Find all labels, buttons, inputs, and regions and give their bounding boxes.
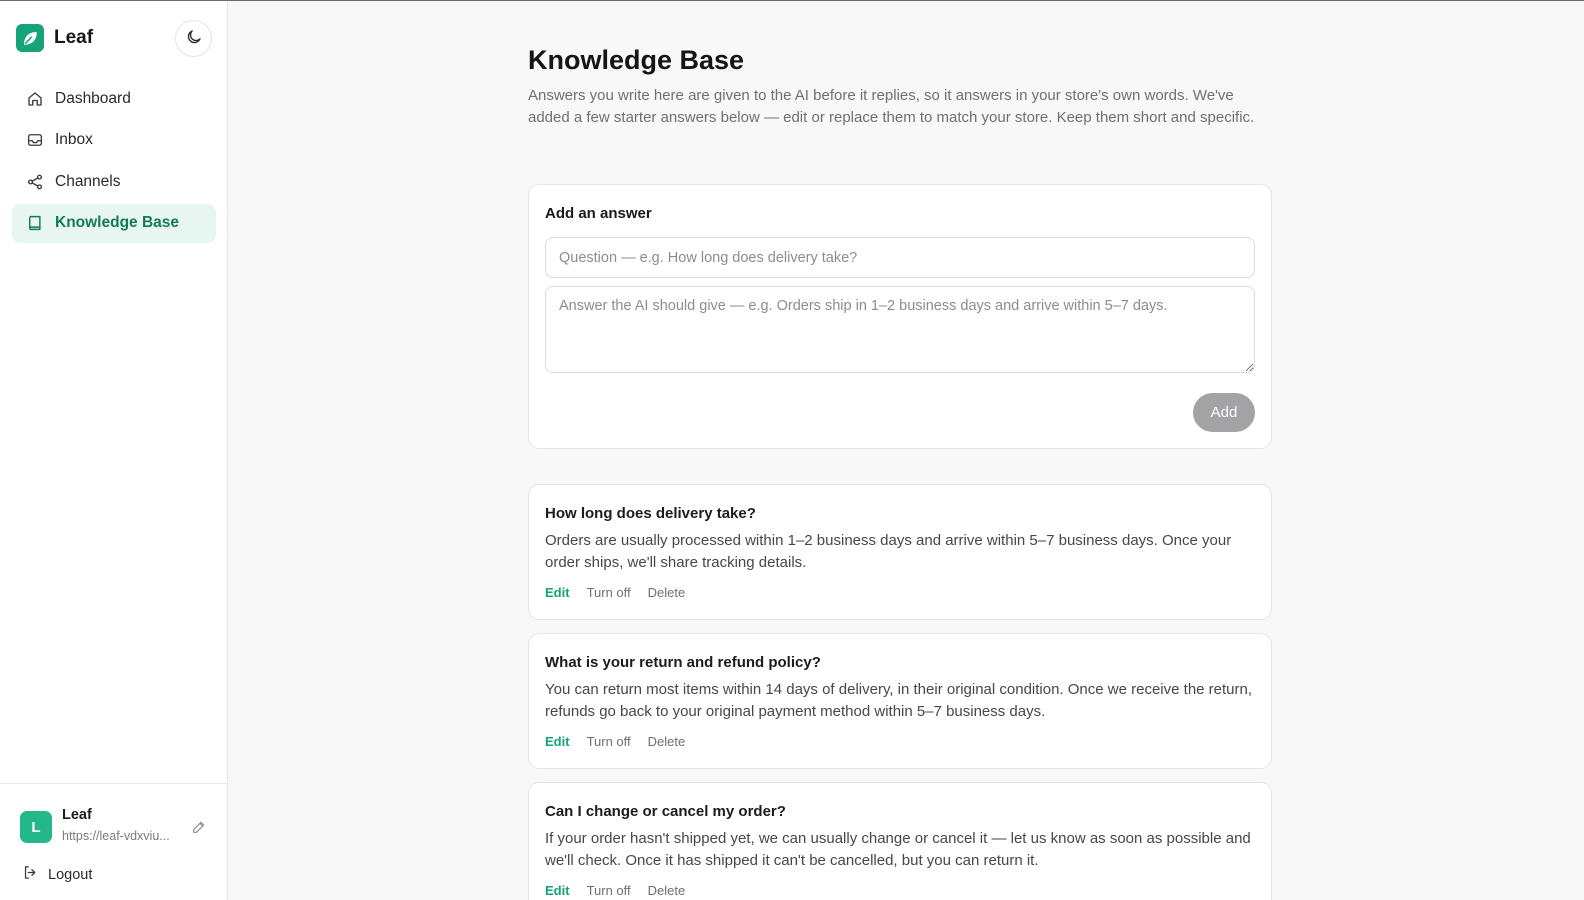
answer-card: What is your return and refund policy? Y… [528, 633, 1272, 769]
add-answer-card: Add an answer Add [528, 184, 1272, 449]
edit-button[interactable]: Edit [545, 734, 570, 749]
sidebar-nav: Dashboard Inbox Channels Knowledge Base [12, 79, 216, 245]
turn-off-button[interactable]: Turn off [587, 734, 631, 749]
answer-card: How long does delivery take? Orders are … [528, 484, 1272, 620]
sidebar: Leaf Dashboard Inbox Channels Knowledge … [0, 1, 228, 900]
sidebar-item-label: Channels [55, 172, 121, 190]
sidebar-item-dashboard[interactable]: Dashboard [12, 79, 216, 118]
answer-question: How long does delivery take? [545, 505, 756, 522]
page-description: Answers you write here are given to the … [528, 87, 1255, 126]
edit-button[interactable]: Edit [545, 883, 570, 898]
pencil-icon[interactable] [191, 819, 207, 835]
answer-question: What is your return and refund policy? [545, 654, 821, 671]
turn-off-button[interactable]: Turn off [587, 883, 631, 898]
answer-textarea[interactable] [545, 286, 1255, 373]
turn-off-button[interactable]: Turn off [587, 585, 631, 600]
logout-label: Logout [48, 866, 93, 883]
answer-text: If your order hasn't shipped yet, we can… [545, 830, 1251, 869]
answer-text: Orders are usually processed within 1–2 … [545, 532, 1232, 571]
add-button[interactable]: Add [1193, 393, 1255, 432]
delete-button[interactable]: Delete [648, 734, 686, 749]
edit-button[interactable]: Edit [545, 585, 570, 600]
delete-button[interactable]: Delete [648, 883, 686, 898]
answer-question: Can I change or cancel my order? [545, 803, 786, 820]
sidebar-item-label: Dashboard [55, 89, 131, 107]
answer-actions: Edit Turn off Delete [545, 734, 702, 749]
answer-actions: Edit Turn off Delete [545, 585, 702, 600]
sidebar-item-channels[interactable]: Channels [12, 162, 216, 201]
account-name: Leaf [62, 807, 92, 823]
question-input[interactable] [545, 237, 1255, 278]
inbox-icon [26, 131, 44, 149]
brand[interactable]: Leaf [16, 24, 93, 52]
delete-button[interactable]: Delete [648, 585, 686, 600]
account-url: https://leaf-vdxviu... [62, 829, 170, 843]
theme-toggle-button[interactable] [175, 20, 212, 57]
sidebar-item-knowledge-base[interactable]: Knowledge Base [12, 203, 216, 243]
share-icon [26, 173, 44, 191]
account-panel: L Leaf https://leaf-vdxviu... Logout [0, 783, 228, 900]
answer-card: Can I change or cancel my order? If your… [528, 782, 1272, 900]
avatar: L [20, 811, 52, 843]
moon-icon [185, 28, 203, 49]
book-icon [26, 214, 44, 232]
answer-text: You can return most items within 14 days… [545, 681, 1253, 720]
sidebar-item-label: Inbox [55, 131, 93, 148]
sidebar-item-label: Knowledge Base [55, 214, 180, 231]
page-title: Knowledge Base [528, 45, 745, 75]
add-answer-title: Add an answer [545, 205, 652, 222]
logout-icon [22, 864, 39, 885]
answer-actions: Edit Turn off Delete [545, 883, 702, 898]
brand-name: Leaf [54, 27, 94, 48]
sidebar-item-inbox[interactable]: Inbox [12, 121, 216, 160]
leaf-logo-icon [16, 24, 44, 52]
home-icon [26, 90, 44, 108]
logout-button[interactable]: Logout [22, 864, 92, 885]
